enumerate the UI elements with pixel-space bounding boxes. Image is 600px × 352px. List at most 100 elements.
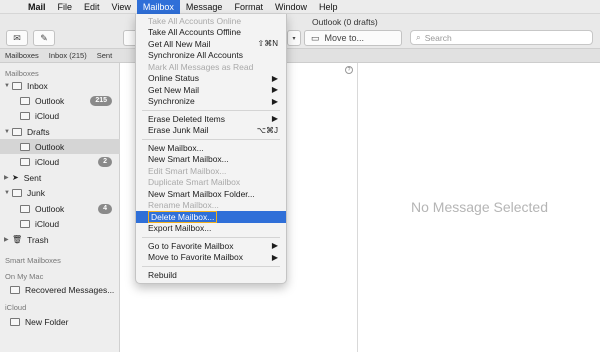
disclosure-down-icon[interactable]: ▼ xyxy=(4,83,12,89)
folder-icon: ▭ xyxy=(311,32,320,43)
disclosure-right-icon[interactable]: ▶ xyxy=(4,174,12,181)
move-to-label: Move to... xyxy=(324,33,365,43)
window-title: Outlook (0 drafts) xyxy=(312,17,378,27)
search-icon: ⌕ xyxy=(416,32,421,42)
menu-item-new-mailbox[interactable]: New Mailbox... xyxy=(136,142,286,154)
menu-mailbox[interactable]: Mailbox xyxy=(136,0,180,14)
compose-icon: ✎ xyxy=(40,32,48,43)
flag-button[interactable]: ▾ xyxy=(287,30,301,46)
paper-plane-icon: ➤ xyxy=(12,173,19,182)
menu-separator xyxy=(142,266,280,267)
folder-icon xyxy=(10,285,20,294)
sidebar-header-icloud: iCloud xyxy=(5,303,27,312)
menu-item-new-smart-mailbox[interactable]: New Smart Mailbox... xyxy=(136,154,286,166)
sidebar-item-drafts-icloud[interactable]: iCloud 2 xyxy=(0,154,120,169)
menu-item-get-all-new-mail[interactable]: Get All New Mail ⇧⌘N xyxy=(136,38,286,50)
menu-item-rebuild[interactable]: Rebuild xyxy=(136,269,286,281)
menu-item-delete-mailbox[interactable]: Delete Mailbox... xyxy=(136,210,286,223)
sidebar-item-junk-outlook[interactable]: Outlook 4 xyxy=(0,201,120,216)
favorites-inbox-button[interactable]: Inbox (215) xyxy=(44,51,92,60)
submenu-arrow-icon: ▶ xyxy=(271,252,278,262)
shortcut-label: ⌥⌘J xyxy=(256,125,278,135)
sidebar-item-recovered-messages[interactable]: Recovered Messages... xyxy=(0,282,120,297)
menu-message[interactable]: Message xyxy=(180,0,229,14)
menu-item-edit-smart-mailbox: Edit Smart Mailbox... xyxy=(148,165,227,176)
menu-item-erase-junk[interactable]: Erase Junk Mail ⌥⌘J xyxy=(136,125,286,137)
mailbox-menu: Take All Accounts Online Take All Accoun… xyxy=(135,14,287,284)
sort-icon[interactable]: ? xyxy=(345,66,353,74)
menu-edit[interactable]: Edit xyxy=(78,0,106,14)
menu-file[interactable]: File xyxy=(52,0,79,14)
sidebar-item-junk[interactable]: ▼ Junk xyxy=(0,185,120,200)
mailbox-icon xyxy=(20,111,30,120)
menu-item-get-new-mail[interactable]: Get New Mail ▶ xyxy=(136,84,286,96)
shortcut-label: ⇧⌘N xyxy=(257,39,278,49)
disclosure-down-icon[interactable]: ▼ xyxy=(4,129,12,135)
archive-button[interactable] xyxy=(123,30,135,46)
toolbar: ✉ ✎ Outlook (0 drafts) ▾ ▭ Move to... ⌕ … xyxy=(0,14,600,49)
move-to-button[interactable]: ▭ Move to... xyxy=(304,30,402,46)
favorites-mailboxes-button[interactable]: Mailboxes xyxy=(0,51,44,60)
menu-item-take-all-online: Take All Accounts Online xyxy=(148,15,242,26)
trash-icon: 🗑 xyxy=(12,235,23,244)
drafts-icon xyxy=(20,157,30,166)
menu-item-export-mailbox[interactable]: Export Mailbox... xyxy=(136,223,286,235)
compose-button[interactable]: ✎ xyxy=(33,30,55,46)
junk-icon xyxy=(20,204,30,213)
menu-separator xyxy=(142,110,280,111)
chevron-down-icon: ▾ xyxy=(292,35,296,42)
menu-item-erase-deleted[interactable]: Erase Deleted Items ▶ xyxy=(136,113,286,125)
disclosure-right-icon[interactable]: ▶ xyxy=(4,236,12,243)
menu-item-go-to-favorite[interactable]: Go to Favorite Mailbox ▶ xyxy=(136,240,286,252)
menu-mail[interactable]: Mail xyxy=(22,0,52,14)
count-badge: 2 xyxy=(98,156,112,167)
count-badge: 4 xyxy=(98,203,112,214)
sidebar-item-inbox[interactable]: ▼ Inbox xyxy=(0,78,120,93)
menu-item-rename-mailbox: Rename Mailbox... xyxy=(148,200,219,211)
search-placeholder: Search xyxy=(424,32,452,43)
menu-item-synchronize[interactable]: Synchronize ▶ xyxy=(136,96,286,108)
menu-item-online-status[interactable]: Online Status ▶ xyxy=(136,73,286,85)
menu-item-take-all-offline[interactable]: Take All Accounts Offline xyxy=(136,27,286,39)
message-preview: No Message Selected xyxy=(359,63,600,352)
menu-item-new-smart-mailbox-folder[interactable]: New Smart Mailbox Folder... xyxy=(136,188,286,200)
favorites-bar: Mailboxes Inbox (215) Sent xyxy=(0,49,600,63)
sidebar-item-junk-icloud[interactable]: iCloud xyxy=(0,216,120,231)
search-input[interactable]: ⌕ Search xyxy=(410,30,593,45)
menu-bar: Mail File Edit View Mailbox Message Form… xyxy=(0,0,600,14)
menu-window[interactable]: Window xyxy=(269,0,313,14)
submenu-arrow-icon: ▶ xyxy=(271,85,278,95)
menu-item-mark-all-read: Mark All Messages as Read xyxy=(148,61,254,72)
menu-separator xyxy=(142,237,280,238)
submenu-arrow-icon: ▶ xyxy=(271,73,278,83)
sidebar-item-sent[interactable]: ▶ ➤ Sent xyxy=(0,170,120,185)
unread-badge: 215 xyxy=(90,95,112,106)
junk-icon xyxy=(20,219,30,228)
no-message-selected-text: No Message Selected xyxy=(411,199,548,215)
folder-icon xyxy=(10,317,20,326)
sidebar-item-drafts-outlook[interactable]: Outlook xyxy=(0,139,120,154)
inbox-icon xyxy=(12,81,22,90)
menu-item-synchronize-all[interactable]: Synchronize All Accounts xyxy=(136,50,286,62)
sidebar-item-trash[interactable]: ▶ 🗑 Trash xyxy=(0,232,120,247)
sidebar-header-smart-mailboxes: Smart Mailboxes xyxy=(5,256,61,265)
sidebar-item-drafts[interactable]: ▼ Drafts xyxy=(0,124,120,139)
menu-separator xyxy=(142,139,280,140)
menu-help[interactable]: Help xyxy=(313,0,344,14)
disclosure-down-icon[interactable]: ▼ xyxy=(4,190,12,196)
menu-item-move-to-favorite[interactable]: Move to Favorite Mailbox ▶ xyxy=(136,252,286,264)
submenu-arrow-icon: ▶ xyxy=(271,114,278,124)
sidebar-item-new-folder[interactable]: New Folder xyxy=(0,314,120,329)
junk-icon xyxy=(12,188,22,197)
sidebar: Mailboxes ▼ Inbox Outlook 215 iCloud ▼ D… xyxy=(0,63,120,352)
favorites-sent-button[interactable]: Sent xyxy=(92,51,117,60)
submenu-arrow-icon: ▶ xyxy=(271,241,278,251)
drafts-icon xyxy=(20,142,30,151)
envelope-icon: ✉ xyxy=(13,32,21,43)
menu-item-duplicate-smart-mailbox: Duplicate Smart Mailbox xyxy=(148,177,241,188)
sidebar-item-inbox-icloud[interactable]: iCloud xyxy=(0,108,120,123)
get-mail-button[interactable]: ✉ xyxy=(6,30,28,46)
menu-format[interactable]: Format xyxy=(228,0,269,14)
menu-view[interactable]: View xyxy=(106,0,137,14)
sidebar-item-inbox-outlook[interactable]: Outlook 215 xyxy=(0,93,120,108)
